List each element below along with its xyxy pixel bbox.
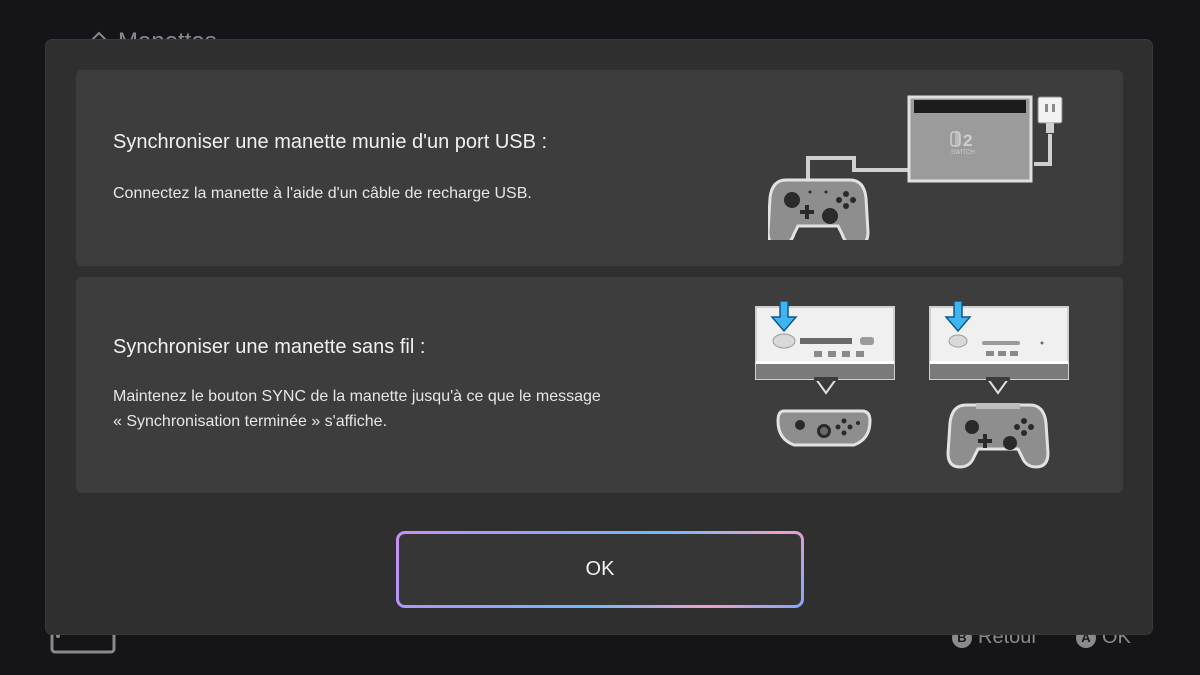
sync-dialog: Synchroniser une manette munie d'un port… xyxy=(46,40,1152,634)
console-brand-text: SWITCH xyxy=(951,150,975,156)
usb-connection-illustration: 2 SWITCH xyxy=(768,95,1063,240)
pro-controller-icon xyxy=(768,178,870,240)
joycon-sync-illustration xyxy=(755,301,895,447)
speech-pointer-icon xyxy=(986,378,1010,395)
joycon-controller-icon xyxy=(776,409,872,447)
sync-panel-left xyxy=(755,301,895,380)
wireless-sync-description-line2: « Synchronisation terminée » s'affiche. xyxy=(113,413,388,430)
speech-pointer-icon xyxy=(814,378,838,395)
pro-controller-sync-illustration xyxy=(929,301,1069,469)
power-plug-icon xyxy=(1037,96,1063,133)
wireless-sync-description-line1: Maintenez le bouton SYNC de la manette j… xyxy=(113,388,601,405)
usb-sync-description: Connectez la manette à l'aide d'un câble… xyxy=(113,185,532,202)
pro-controller-icon xyxy=(946,403,1050,469)
ok-button-label: OK xyxy=(585,558,615,580)
ok-button[interactable]: OK xyxy=(396,531,804,608)
console-logo-text: 2 xyxy=(963,131,972,150)
wireless-sync-card: Synchroniser une manette sans fil : Main… xyxy=(76,277,1123,493)
wireless-sync-description: Maintenez le bouton SYNC de la manette j… xyxy=(113,384,713,434)
usb-sync-card: Synchroniser une manette munie d'un port… xyxy=(76,70,1123,266)
console-dock-icon: 2 SWITCH xyxy=(907,95,1033,183)
wireless-sync-title: Synchroniser une manette sans fil : xyxy=(113,336,426,358)
sync-panel-right xyxy=(929,301,1069,380)
usb-sync-title: Synchroniser une manette munie d'un port… xyxy=(113,131,548,153)
